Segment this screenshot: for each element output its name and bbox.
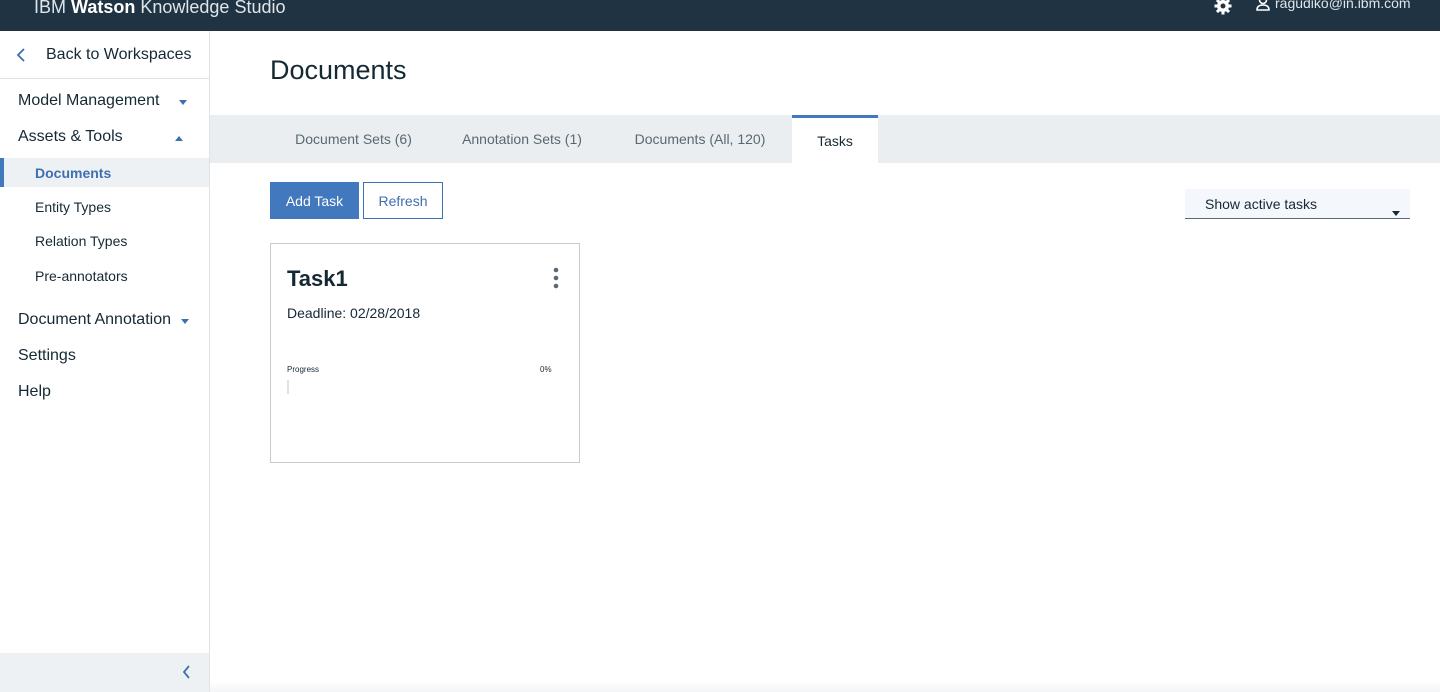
tab-annotation-sets[interactable]: Annotation Sets (1) [446, 115, 598, 163]
sidebar: Back to Workspaces Model Management Asse… [0, 31, 210, 692]
nav-settings[interactable]: Settings [18, 347, 76, 365]
user-menu[interactable]: ragudiko@in.ibm.com [1256, 0, 1411, 11]
sidebar-item-documents[interactable]: Documents [0, 158, 209, 187]
tab-label: Annotation Sets (1) [462, 131, 582, 147]
nav-label: Document Annotation [18, 311, 171, 328]
caret-down-icon [1392, 203, 1400, 219]
add-task-button[interactable]: Add Task [270, 182, 359, 219]
top-bar: IBM Watson Knowledge Studio ragudiko@in. [0, 0, 1440, 31]
nav-document-annotation[interactable]: Document Annotation [18, 311, 189, 329]
sidebar-item-pre-annotators[interactable]: Pre-annotators [0, 261, 209, 290]
app-brand: IBM Watson Knowledge Studio [34, 0, 285, 18]
tab-label: Tasks [817, 132, 853, 149]
tab-document-sets[interactable]: Document Sets (6) [270, 115, 437, 163]
nav-label: Settings [18, 347, 76, 364]
brand-strong: Watson [71, 0, 136, 17]
caret-down-icon [181, 311, 189, 329]
task-filter-value: Show active tasks [1205, 195, 1318, 212]
nav-label: Relation Types [35, 232, 128, 249]
caret-up-icon [174, 128, 183, 146]
nav-label: Documents [35, 164, 112, 181]
back-to-workspaces-link[interactable]: Back to Workspaces [0, 31, 209, 79]
nav-label: Pre-annotators [35, 267, 128, 284]
caret-down-icon [179, 92, 188, 110]
nav-label: Entity Types [35, 198, 112, 215]
refresh-button[interactable]: Refresh [363, 182, 443, 219]
tab-label: Documents (All, 120) [634, 131, 766, 147]
page-title: Documents [270, 55, 407, 85]
nav-label: Model Management [18, 92, 160, 109]
tab-bar: Document Sets (6) Annotation Sets (1) Do… [210, 115, 1440, 163]
user-icon [1256, 0, 1270, 11]
nav-label: Assets & Tools [18, 128, 123, 145]
progress-fill [287, 380, 289, 394]
user-email: ragudiko@in.ibm.com [1275, 0, 1411, 11]
tab-documents-all[interactable]: Documents (All, 120) [618, 115, 782, 163]
nav-model-management[interactable]: Model Management [18, 92, 188, 110]
task-name: Task1 [287, 266, 348, 291]
sidebar-item-relation-types[interactable]: Relation Types [0, 226, 209, 255]
progress-bar [287, 380, 545, 394]
nav-help[interactable]: Help [18, 383, 51, 401]
task-card[interactable]: Task1 Deadline: 02/28/2018 Progress 0% [270, 243, 580, 463]
sidebar-collapse-button[interactable] [0, 653, 209, 692]
chevron-left-icon [182, 665, 191, 684]
overflow-menu-icon[interactable] [551, 266, 561, 292]
progress-label: Progress [287, 365, 320, 374]
brand-prefix: IBM [34, 0, 67, 17]
chevron-left-icon [16, 47, 46, 62]
main-content: Documents Document Sets (6) Annotation S… [210, 31, 1440, 692]
footer-shade [210, 682, 1440, 692]
brand-suffix: Knowledge Studio [140, 0, 286, 17]
nav-assets-tools[interactable]: Assets & Tools [18, 128, 183, 146]
tab-tasks[interactable]: Tasks [792, 115, 878, 163]
gear-icon[interactable] [1213, 0, 1233, 16]
back-label: Back to Workspaces [46, 45, 192, 63]
task-filter-select[interactable]: Show active tasks [1185, 189, 1410, 219]
tab-label: Document Sets (6) [295, 131, 412, 147]
progress-percent: 0% [540, 365, 552, 374]
task-deadline: Deadline: 02/28/2018 [287, 305, 421, 321]
sidebar-item-entity-types[interactable]: Entity Types [0, 192, 209, 221]
nav-label: Help [18, 383, 51, 400]
